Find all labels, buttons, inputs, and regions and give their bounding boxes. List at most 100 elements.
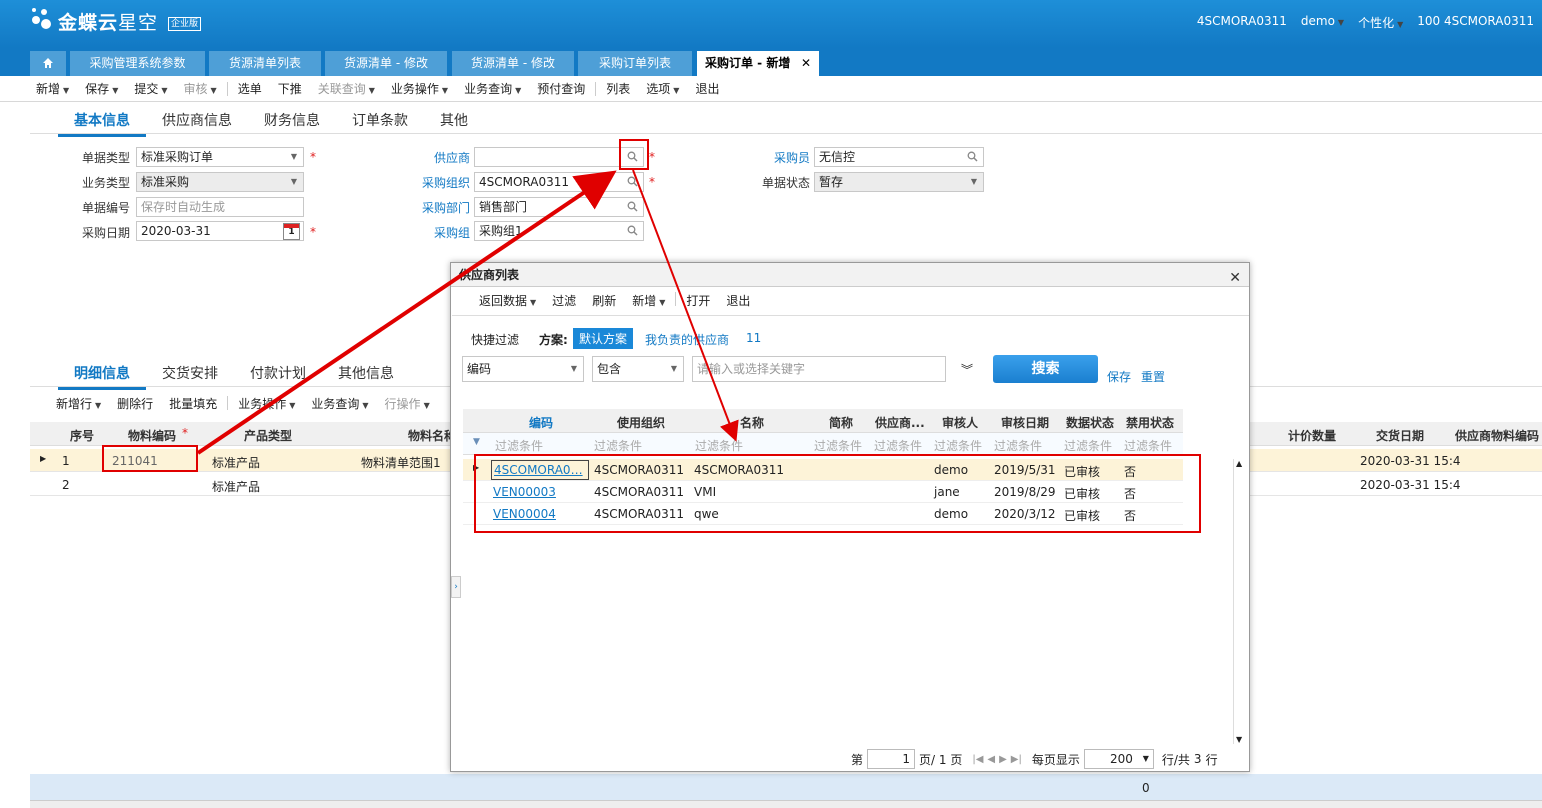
- personalize-menu[interactable]: 个性化 ▼: [1358, 14, 1403, 31]
- buyer-label[interactable]: 采购员: [730, 149, 810, 166]
- tab-purchase-params[interactable]: 采购管理系统参数: [70, 51, 205, 76]
- list-button[interactable]: 列表: [598, 80, 638, 97]
- filter-op-select[interactable]: 包含 ▼: [592, 356, 684, 382]
- scroll-down-icon[interactable]: ▼: [1236, 735, 1242, 744]
- push-down-button[interactable]: 下推: [270, 80, 310, 97]
- row-op-button[interactable]: 行操作 ▼: [377, 395, 438, 412]
- cell-delivery-date[interactable]: 2020-03-31 15:4: [1360, 478, 1461, 492]
- filter-field-select[interactable]: 编码 ▼: [462, 356, 584, 382]
- divider: [675, 292, 677, 306]
- filter-cell[interactable]: 过滤条件: [594, 437, 642, 454]
- expand-double-chevron-icon[interactable]: ︾: [961, 361, 973, 378]
- horizontal-scrollbar[interactable]: [30, 800, 1542, 808]
- options-button[interactable]: 选项 ▼: [638, 80, 687, 97]
- bill-type-select[interactable]: 标准采购订单 ▼: [136, 147, 304, 167]
- last-page-icon[interactable]: ▶|: [1011, 754, 1022, 765]
- filter-cell[interactable]: 过滤条件: [695, 437, 743, 454]
- close-icon[interactable]: ✕: [1229, 266, 1241, 290]
- cell-material-name[interactable]: 物料清单范围1: [361, 454, 441, 471]
- filter-button[interactable]: 过滤: [544, 292, 584, 309]
- dept-label[interactable]: 采购部门: [390, 199, 470, 216]
- tab-po-list[interactable]: 采购订单列表: [578, 51, 692, 76]
- search-icon[interactable]: [627, 201, 638, 212]
- add-row-button[interactable]: 新增行 ▼: [48, 395, 109, 412]
- dept-input[interactable]: 销售部门: [474, 197, 644, 217]
- filter-funnel-icon[interactable]: ▼: [473, 437, 480, 447]
- cell-delivery-date[interactable]: 2020-03-31 15:4: [1360, 454, 1461, 468]
- exit-button[interactable]: 退出: [687, 80, 727, 97]
- status-select[interactable]: 暂存 ▼: [814, 172, 984, 192]
- caret-down-icon: ▼: [673, 86, 680, 95]
- calendar-icon[interactable]: 1: [283, 223, 300, 240]
- first-page-icon[interactable]: |◀: [972, 754, 983, 765]
- purch-org-label[interactable]: 采购组织: [390, 174, 470, 191]
- select-bill-button[interactable]: 选单: [230, 80, 270, 97]
- filter-cell[interactable]: 过滤条件: [934, 437, 982, 454]
- purch-org-input[interactable]: 4SCMORA0311: [474, 172, 644, 192]
- biz-operation-button[interactable]: 业务操作 ▼: [383, 80, 456, 97]
- filter-cell[interactable]: 过滤条件: [1064, 437, 1112, 454]
- search-icon[interactable]: [627, 176, 638, 187]
- scheme-mine[interactable]: 我负责的供应商: [645, 331, 729, 348]
- open-button[interactable]: 打开: [678, 292, 718, 309]
- new-button[interactable]: 新增 ▼: [28, 80, 77, 97]
- cell-product-type[interactable]: 标准产品: [212, 478, 260, 495]
- group-label[interactable]: 采购组: [390, 224, 470, 241]
- tab-source-edit-2[interactable]: 货源清单 - 修改: [452, 51, 574, 76]
- scroll-up-icon[interactable]: ▲: [1236, 459, 1242, 468]
- supplier-grid-header: 编码 使用组织 名称 简称 供应商... 审核人 审核日期 数据状态 禁用状态: [463, 409, 1183, 433]
- expand-panel-icon[interactable]: ›: [451, 576, 461, 598]
- dropdown-arrow-icon: ▼: [290, 152, 298, 161]
- per-page-select[interactable]: 200 ▼: [1083, 749, 1154, 769]
- page-input[interactable]: 1: [867, 749, 916, 769]
- biz-type-select[interactable]: 标准采购 ▼: [136, 172, 304, 192]
- date-input[interactable]: 2020-03-31 1: [136, 221, 304, 241]
- dialog-exit-button[interactable]: 退出: [718, 292, 758, 309]
- filter-cell[interactable]: 过滤条件: [874, 437, 922, 454]
- save-button[interactable]: 保存 ▼: [77, 80, 126, 97]
- biz-query-button[interactable]: 业务查询 ▼: [456, 80, 529, 97]
- col-material-code: 物料编码: [128, 429, 177, 443]
- submit-button[interactable]: 提交 ▼: [126, 80, 175, 97]
- detail-biz-query-button[interactable]: 业务查询 ▼: [303, 395, 376, 412]
- bill-no-input[interactable]: 保存时自动生成: [136, 197, 304, 217]
- home-tab[interactable]: [30, 51, 66, 76]
- batch-fill-button[interactable]: 批量填充: [161, 395, 225, 412]
- search-button[interactable]: 搜索: [993, 355, 1098, 383]
- vertical-scrollbar[interactable]: ▲ ▼: [1233, 459, 1245, 744]
- org-label[interactable]: 4SCMORA0311: [1197, 14, 1287, 31]
- search-icon[interactable]: [627, 225, 638, 236]
- reset-link[interactable]: 重置: [1141, 368, 1165, 385]
- detail-biz-op-button[interactable]: 业务操作 ▼: [230, 395, 303, 412]
- buyer-input[interactable]: 无信控: [814, 147, 984, 167]
- filter-cell[interactable]: 过滤条件: [814, 437, 862, 454]
- caret-down-icon: ▼: [362, 400, 369, 410]
- refresh-button[interactable]: 刷新: [584, 292, 624, 309]
- tab-source-list[interactable]: 货源清单列表: [209, 51, 321, 76]
- tab-source-edit-1[interactable]: 货源清单 - 修改: [325, 51, 447, 76]
- dialog-new-button[interactable]: 新增 ▼: [624, 292, 673, 309]
- delete-row-button[interactable]: 删除行: [109, 395, 161, 412]
- col-audit-date: 审核日期: [1001, 416, 1050, 430]
- related-query-button[interactable]: 关联查询 ▼: [310, 80, 383, 97]
- next-page-icon[interactable]: ▶: [999, 754, 1007, 765]
- filter-cell[interactable]: 过滤条件: [994, 437, 1042, 454]
- return-data-button[interactable]: 返回数据 ▼: [471, 292, 544, 309]
- scheme-default[interactable]: 默认方案: [573, 328, 634, 349]
- audit-button[interactable]: 审核 ▼: [176, 80, 225, 97]
- supplier-label[interactable]: 供应商: [390, 149, 470, 166]
- keyword-input[interactable]: 请输入或选择关键字: [692, 356, 946, 382]
- prev-page-icon[interactable]: ◀: [987, 754, 995, 765]
- prepay-query-button[interactable]: 预付查询: [529, 80, 593, 97]
- group-input[interactable]: 采购组1: [474, 221, 644, 241]
- filter-cell[interactable]: 过滤条件: [1124, 437, 1172, 454]
- close-icon[interactable]: ✕: [801, 51, 811, 76]
- filter-cell[interactable]: 过滤条件: [495, 437, 543, 454]
- search-icon[interactable]: [967, 151, 978, 162]
- tab-po-new[interactable]: 采购订单 - 新增 ✕: [697, 51, 819, 76]
- col-code[interactable]: 编码: [529, 414, 553, 431]
- save-scheme-link[interactable]: 保存: [1107, 368, 1131, 385]
- cell-product-type[interactable]: 标准产品: [212, 454, 260, 471]
- org-switch[interactable]: 100 4SCMORA0311: [1417, 14, 1534, 31]
- user-menu[interactable]: demo ▼: [1301, 14, 1344, 31]
